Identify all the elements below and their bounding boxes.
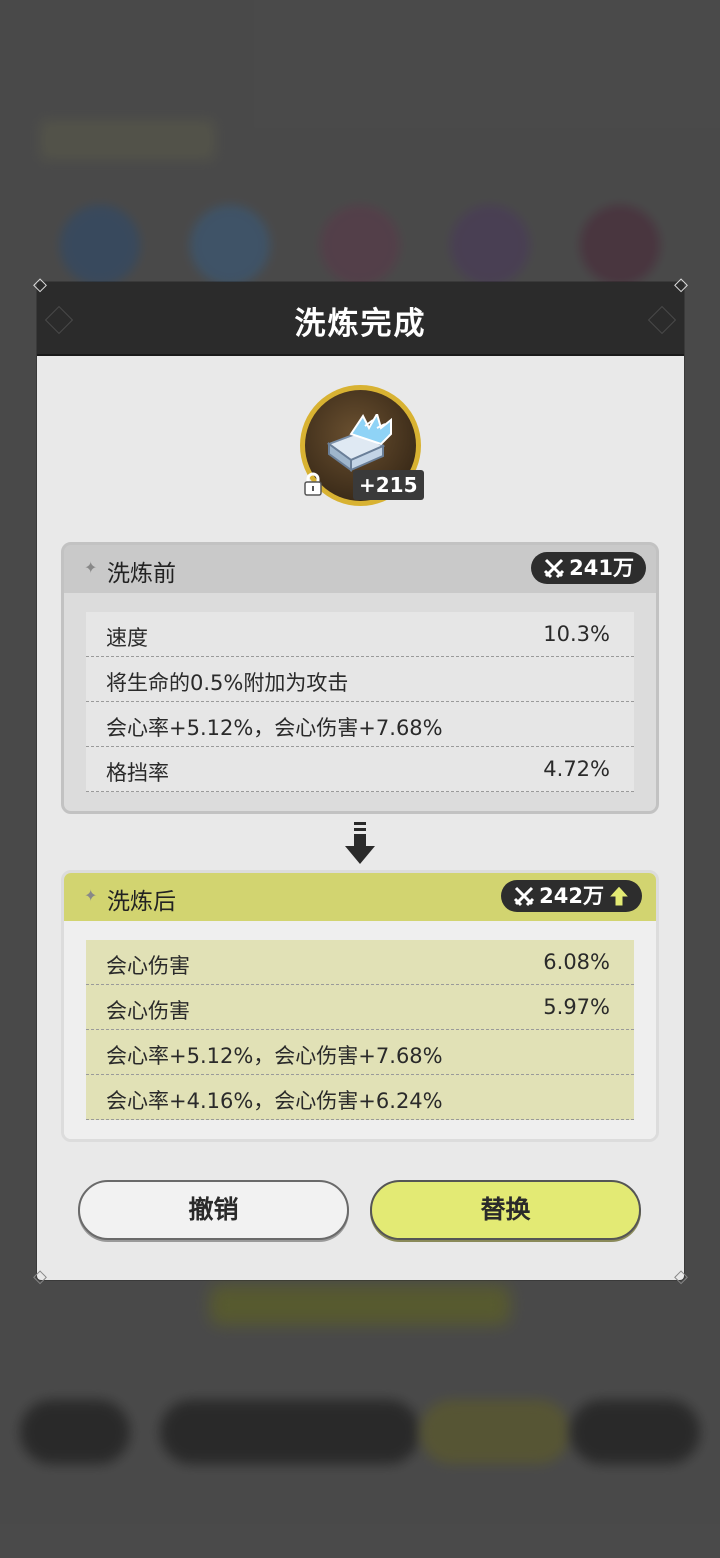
dialog-header: 洗炼完成 bbox=[37, 282, 684, 356]
after-refine-panel: ✦ 洗炼后 242万 会心伤害 6.08% 会心伤害 5.97% 会心率+5.1… bbox=[61, 870, 659, 1142]
stat-row: 会心率+5.12%，会心伤害+7.68% bbox=[86, 702, 634, 747]
stat-name: 速度 bbox=[106, 626, 148, 650]
combat-power-badge: 242万 bbox=[501, 880, 642, 912]
stat-value: 4.72% bbox=[543, 757, 610, 781]
crossed-swords-icon bbox=[514, 886, 535, 907]
stat-value: 6.08% bbox=[543, 950, 610, 974]
corner-ornament-icon: ◇ bbox=[33, 1266, 47, 1287]
panel-label: 洗炼后 bbox=[107, 889, 176, 915]
stat-list: 会心伤害 6.08% 会心伤害 5.97% 会心率+5.12%，会心伤害+7.6… bbox=[86, 940, 634, 1120]
stat-row: 会心率+5.12%，会心伤害+7.68% bbox=[86, 1030, 634, 1075]
panel-body: 会心伤害 6.08% 会心伤害 5.97% 会心率+5.12%，会心伤害+7.6… bbox=[64, 921, 656, 1139]
lock-icon bbox=[304, 472, 322, 496]
book-graphic bbox=[326, 414, 392, 472]
stat-name: 会心率+4.16%，会心伤害+6.24% bbox=[106, 1089, 443, 1113]
power-up-arrow-icon bbox=[608, 885, 630, 907]
combat-power-badge: 241万 bbox=[531, 552, 646, 584]
arrow-down-icon bbox=[345, 822, 375, 864]
stat-name: 会心伤害 bbox=[106, 999, 190, 1023]
stat-value: 10.3% bbox=[543, 622, 610, 646]
sparkle-icon: ✦ bbox=[84, 558, 98, 577]
panel-header: ✦ 洗炼后 242万 bbox=[64, 873, 656, 921]
sparkle-icon: ✦ bbox=[84, 886, 98, 905]
stat-name: 会心伤害 bbox=[106, 954, 190, 978]
refine-result-dialog: 洗炼完成 ◇ ◇ ◇ ◇ +215 ✦ 洗炼前 241万 速度 10.3% 将生… bbox=[33, 274, 688, 1287]
stat-row: 会心伤害 6.08% bbox=[86, 940, 634, 985]
corner-ornament-icon: ◇ bbox=[674, 1266, 688, 1287]
panel-body: 速度 10.3% 将生命的0.5%附加为攻击 会心率+5.12%，会心伤害+7.… bbox=[64, 593, 656, 811]
stat-list: 速度 10.3% 将生命的0.5%附加为攻击 会心率+5.12%，会心伤害+7.… bbox=[86, 612, 634, 792]
corner-ornament-icon: ◇ bbox=[674, 274, 688, 295]
before-refine-panel: ✦ 洗炼前 241万 速度 10.3% 将生命的0.5%附加为攻击 会心率+5.… bbox=[61, 542, 659, 814]
stat-name: 会心率+5.12%，会心伤害+7.68% bbox=[106, 716, 443, 740]
replace-button[interactable]: 替换 bbox=[370, 1180, 641, 1240]
panel-header: ✦ 洗炼前 241万 bbox=[64, 545, 656, 593]
stat-name: 会心率+5.12%，会心伤害+7.68% bbox=[106, 1044, 443, 1068]
stat-name: 将生命的0.5%附加为攻击 bbox=[106, 671, 349, 695]
corner-ornament-icon: ◇ bbox=[33, 274, 47, 295]
combat-power-value: 241万 bbox=[569, 556, 634, 580]
stat-row: 将生命的0.5%附加为攻击 bbox=[86, 657, 634, 702]
stat-row: 会心伤害 5.97% bbox=[86, 985, 634, 1030]
item-level-badge: +215 bbox=[353, 470, 424, 500]
cancel-button[interactable]: 撤销 bbox=[78, 1180, 349, 1240]
combat-power-value: 242万 bbox=[539, 884, 604, 908]
stat-name: 格挡率 bbox=[106, 761, 169, 785]
stat-row: 格挡率 4.72% bbox=[86, 747, 634, 792]
stat-row: 速度 10.3% bbox=[86, 612, 634, 657]
panel-label: 洗炼前 bbox=[107, 561, 176, 587]
stat-value: 5.97% bbox=[543, 995, 610, 1019]
stat-row: 会心率+4.16%，会心伤害+6.24% bbox=[86, 1075, 634, 1120]
crossed-swords-icon bbox=[544, 558, 565, 579]
dialog-title: 洗炼完成 bbox=[294, 306, 427, 342]
